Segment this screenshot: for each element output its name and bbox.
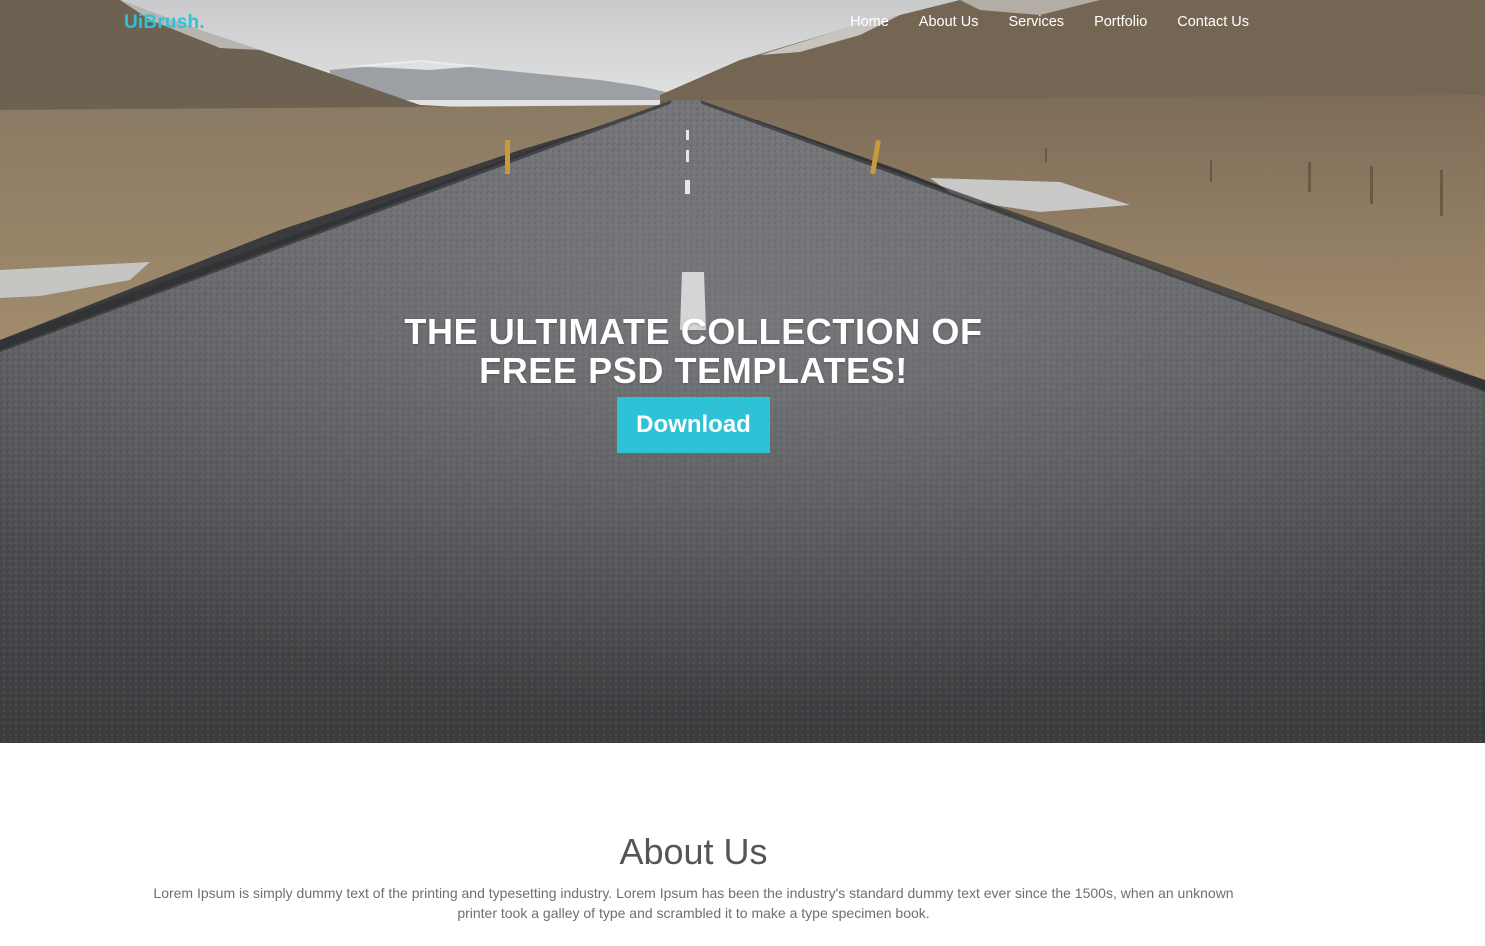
nav-link-portfolio[interactable]: Portfolio xyxy=(1094,14,1147,30)
nav-link-services[interactable]: Services xyxy=(1008,14,1064,30)
hero-section: UiBrush. Home About Us Services Portfoli… xyxy=(0,0,1485,743)
download-button[interactable]: Download xyxy=(617,397,770,453)
top-navbar: UiBrush. Home About Us Services Portfoli… xyxy=(0,0,1485,48)
about-section: About Us Lorem Ipsum is simply dummy tex… xyxy=(0,743,1485,946)
hero-title-line-2: FREE PSD TEMPLATES! xyxy=(479,350,908,391)
nav-link-contact-us[interactable]: Contact Us xyxy=(1177,14,1249,30)
nav-link-about-us[interactable]: About Us xyxy=(919,14,979,30)
logo-dot: . xyxy=(199,12,205,33)
about-heading: About Us xyxy=(619,831,768,872)
hero-title: THE ULTIMATE COLLECTION OF FREE PSD TEMP… xyxy=(0,312,1387,390)
about-body-text: Lorem Ipsum is simply dummy text of the … xyxy=(153,885,1234,921)
nav-links: Home About Us Services Portfolio Contact… xyxy=(850,14,1249,30)
site-logo[interactable]: UiBrush. xyxy=(124,12,205,34)
nav-link-home[interactable]: Home xyxy=(850,14,889,30)
hero-title-line-1: THE ULTIMATE COLLECTION OF xyxy=(404,311,983,352)
logo-text: UiBrush xyxy=(124,12,200,33)
